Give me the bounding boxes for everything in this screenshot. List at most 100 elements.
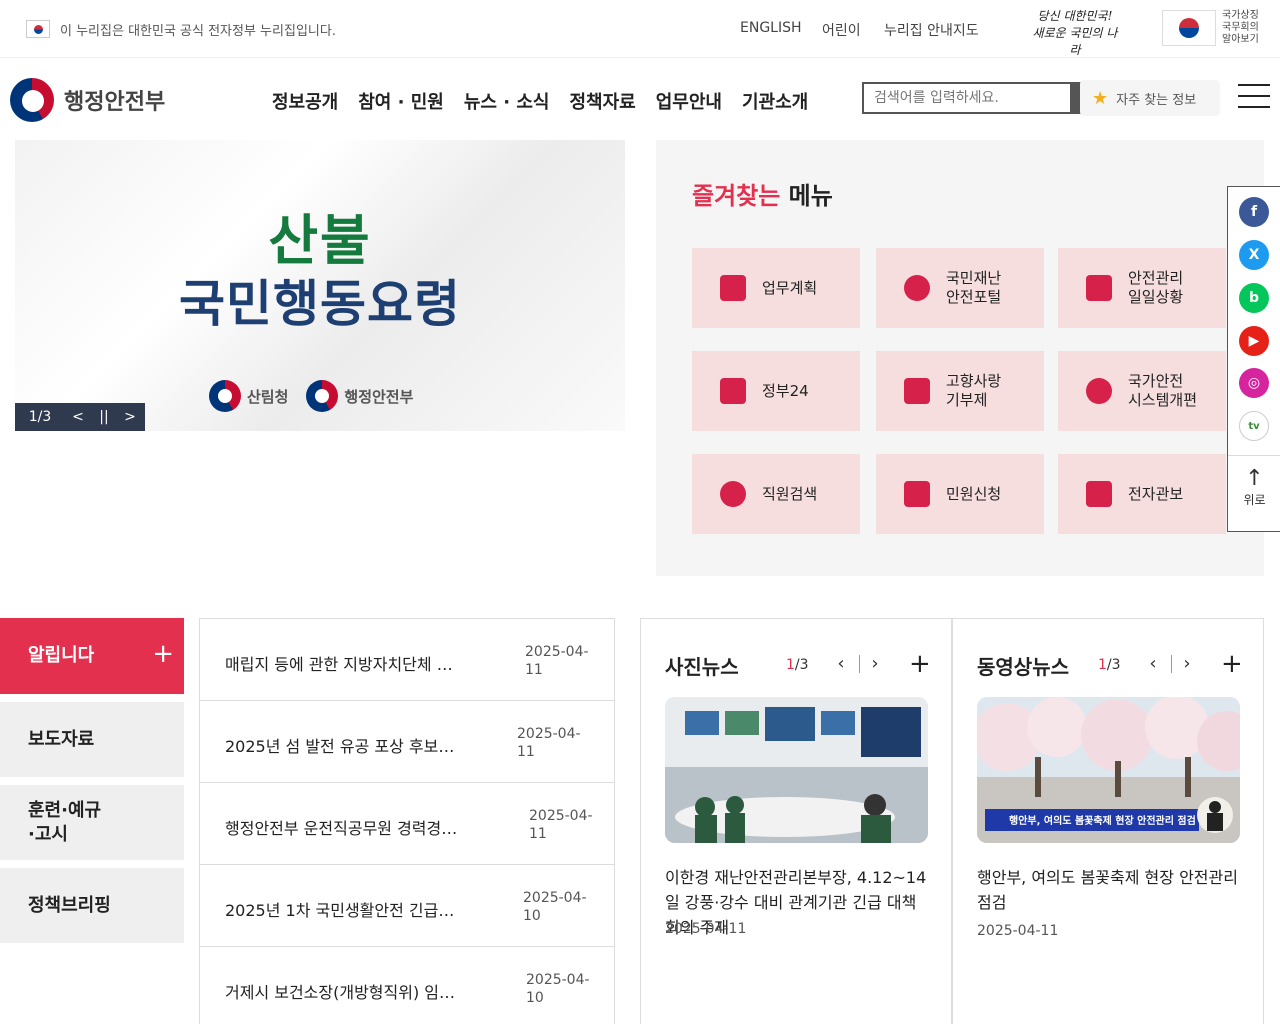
item-title[interactable]: 거제시 보건소장(개방형직위) 임… <box>225 979 465 1003</box>
video-more-button[interactable]: + <box>1221 649 1243 679</box>
tile-disaster-portal[interactable]: 국민재난 안전포털 <box>876 248 1044 328</box>
council-line: 국가상징 <box>1222 10 1259 21</box>
pause-slide-button[interactable]: || <box>91 409 117 425</box>
tab-notice[interactable]: 알립니다 + <box>0 618 184 694</box>
photo-more-button[interactable]: + <box>909 649 931 679</box>
national-symbol-link[interactable]: 국가상징 국무회의 알아보기 <box>1162 8 1266 48</box>
council-line: 알아보기 <box>1222 34 1259 45</box>
tv-icon[interactable]: tv <box>1239 411 1269 441</box>
site-logo[interactable]: 행정안전부 <box>10 78 165 122</box>
tile-safety-system[interactable]: 국가안전 시스템개편 <box>1058 351 1226 431</box>
hero-banner[interactable]: 산불 국민행동요령 산림청 행정안전부 <box>15 140 625 431</box>
slogan-line2: 새로운 국민의 나라 <box>1032 26 1118 57</box>
video-news-counter: 1/3 <box>1098 657 1121 673</box>
item-title[interactable]: 2025년 1차 국민생활안전 긴급… <box>225 897 465 921</box>
star-icon: ★ <box>1092 87 1109 109</box>
tile-gov24[interactable]: 정부24 <box>692 351 860 431</box>
hero-controls: 1/3 < || > <box>15 403 145 431</box>
tile-civil-request[interactable]: 민원신청 <box>876 454 1044 534</box>
nav-participation[interactable]: 참여 · 민원 <box>358 88 444 114</box>
item-title[interactable]: 행정안전부 운전직공무원 경력경… <box>225 815 465 839</box>
hero-orgs: 산림청 행정안전부 <box>209 380 413 412</box>
logo-text: 행정안전부 <box>64 90 166 115</box>
korea-flag-icon <box>26 20 50 38</box>
download-box-icon <box>904 481 930 507</box>
gov-emblem-icon <box>306 380 339 412</box>
tile-work-plan[interactable]: 업무계획 <box>692 248 860 328</box>
tile-label: 기부제 <box>946 391 988 409</box>
nav-info-disclosure[interactable]: 정보공개 <box>272 88 338 114</box>
youtube-icon[interactable]: ▶ <box>1239 326 1269 356</box>
video-news-date: 2025-04-11 <box>977 923 1059 939</box>
plus-icon[interactable]: + <box>152 641 174 667</box>
item-title[interactable]: 2025년 섬 발전 유공 포상 후보… <box>225 733 465 757</box>
tab-press-release[interactable]: 보도자료 <box>0 702 184 777</box>
video-news-thumbnail[interactable]: 행안부, 여의도 봄꽃축제 현장 안전관리 점검 <box>977 697 1240 843</box>
photo-news-date: 2025-04-11 <box>665 921 747 937</box>
menu-icon[interactable] <box>1238 84 1270 108</box>
arrow-up-icon: ↑ <box>1245 466 1264 491</box>
taegukgi-icon <box>1162 10 1216 46</box>
slide-counter: 1/3 <box>28 409 52 425</box>
video-next-button[interactable]: › <box>1179 653 1195 674</box>
nav-policy[interactable]: 정책자료 <box>570 88 636 114</box>
social-sidebar: f X b ▶ ◎ tv ↑ 위로 <box>1227 186 1280 532</box>
tile-label: 정부24 <box>762 381 809 400</box>
facebook-icon[interactable]: f <box>1239 197 1269 227</box>
search-box <box>862 82 1074 114</box>
gov-banner: 이 누리집은 대한민국 공식 전자정부 누리집입니다. ENGLISH 어린이 … <box>0 0 1280 58</box>
slogan-logo[interactable]: 당신 대한민국! 새로운 국민의 나라 <box>1030 8 1120 57</box>
nav-about[interactable]: 기관소개 <box>742 88 808 114</box>
sitemap-link[interactable]: 누리집 안내지도 <box>884 20 979 40</box>
tile-staff-search[interactable]: 직원검색 <box>692 454 860 534</box>
blog-icon[interactable]: b <box>1239 283 1269 313</box>
kids-link[interactable]: 어린이 <box>822 20 861 40</box>
gov-emblem-icon <box>10 78 54 122</box>
item-date: 2025-04- 11 <box>529 808 593 842</box>
photo-next-button[interactable]: › <box>867 653 883 674</box>
tile-label: 고향사랑 <box>946 372 1002 390</box>
frequent-info-button[interactable]: ★ 자주 찾는 정보 <box>1080 80 1220 116</box>
tab-policy-briefing[interactable]: 정책브리핑 <box>0 868 184 943</box>
photo-news-title: 사진뉴스 <box>665 655 739 679</box>
tile-gazette[interactable]: 전자관보 <box>1058 454 1226 534</box>
frequent-info-label: 자주 찾는 정보 <box>1116 92 1197 108</box>
list-item[interactable]: 행정안전부 운전직공무원 경력경… 2025-04- 11 <box>200 783 614 865</box>
search-input[interactable] <box>864 84 1072 112</box>
meeting-room-photo <box>665 697 928 843</box>
nav-news[interactable]: 뉴스 · 소식 <box>464 88 550 114</box>
item-date: 2025-04- 11 <box>525 644 589 678</box>
list-item[interactable]: 매립지 등에 관한 지방자치단체 … 2025-04- 11 <box>200 619 614 701</box>
next-slide-button[interactable]: > <box>117 409 143 425</box>
photo-news-section: 사진뉴스 1/3 ‹ › + 이한경 재난안전관리본부장, 4.12~14일 강… <box>640 618 952 1024</box>
gov-emblem-icon <box>209 380 241 412</box>
nav-work-guide[interactable]: 업무안내 <box>656 88 722 114</box>
tab-regulations[interactable]: 훈련·예규 ·고시 <box>0 785 184 860</box>
list-item[interactable]: 2025년 섬 발전 유공 포상 후보… 2025-04- 11 <box>200 701 614 783</box>
item-title[interactable]: 매립지 등에 관한 지방자치단체 … <box>225 651 465 675</box>
tile-hometown-donation[interactable]: 고향사랑 기부제 <box>876 351 1044 431</box>
gov-official-text[interactable]: 이 누리집은 대한민국 공식 전자정부 누리집입니다. <box>60 20 336 39</box>
list-item[interactable]: 거제시 보건소장(개방형직위) 임… 2025-04- 10 <box>200 947 614 1024</box>
video-prev-button[interactable]: ‹ <box>1145 653 1161 674</box>
org-label: 산림청 <box>247 387 289 406</box>
scroll-top-button[interactable]: ↑ 위로 <box>1228 455 1280 533</box>
tab-label: 훈련·예규 <box>28 799 102 821</box>
tile-label: 전자관보 <box>1128 484 1184 503</box>
instagram-icon[interactable]: ◎ <box>1239 368 1269 398</box>
photo-news-image[interactable] <box>665 697 928 843</box>
tile-daily-safety[interactable]: 안전관리 일일상황 <box>1058 248 1226 328</box>
english-link[interactable]: ENGLISH <box>740 20 802 36</box>
title-rest: 메뉴 <box>780 182 833 210</box>
photo-prev-button[interactable]: ‹ <box>833 653 849 674</box>
x-twitter-icon[interactable]: X <box>1239 240 1269 270</box>
list-item[interactable]: 2025년 1차 국민생활안전 긴급… 2025-04- 10 <box>200 865 614 947</box>
tile-label: 직원검색 <box>762 484 818 503</box>
favorite-menu-title: 즐겨찾는 메뉴 <box>692 176 833 211</box>
tile-label: 안전포털 <box>946 288 1002 306</box>
divider <box>859 655 860 673</box>
org-label: 행정안전부 <box>344 387 414 406</box>
video-thumbnail-caption: 행안부, 여의도 봄꽃축제 현장 안전관리 점검 <box>1009 816 1196 827</box>
video-news-caption[interactable]: 행안부, 여의도 봄꽃축제 현장 안전관리 점검 <box>977 865 1243 915</box>
prev-slide-button[interactable]: < <box>65 409 91 425</box>
